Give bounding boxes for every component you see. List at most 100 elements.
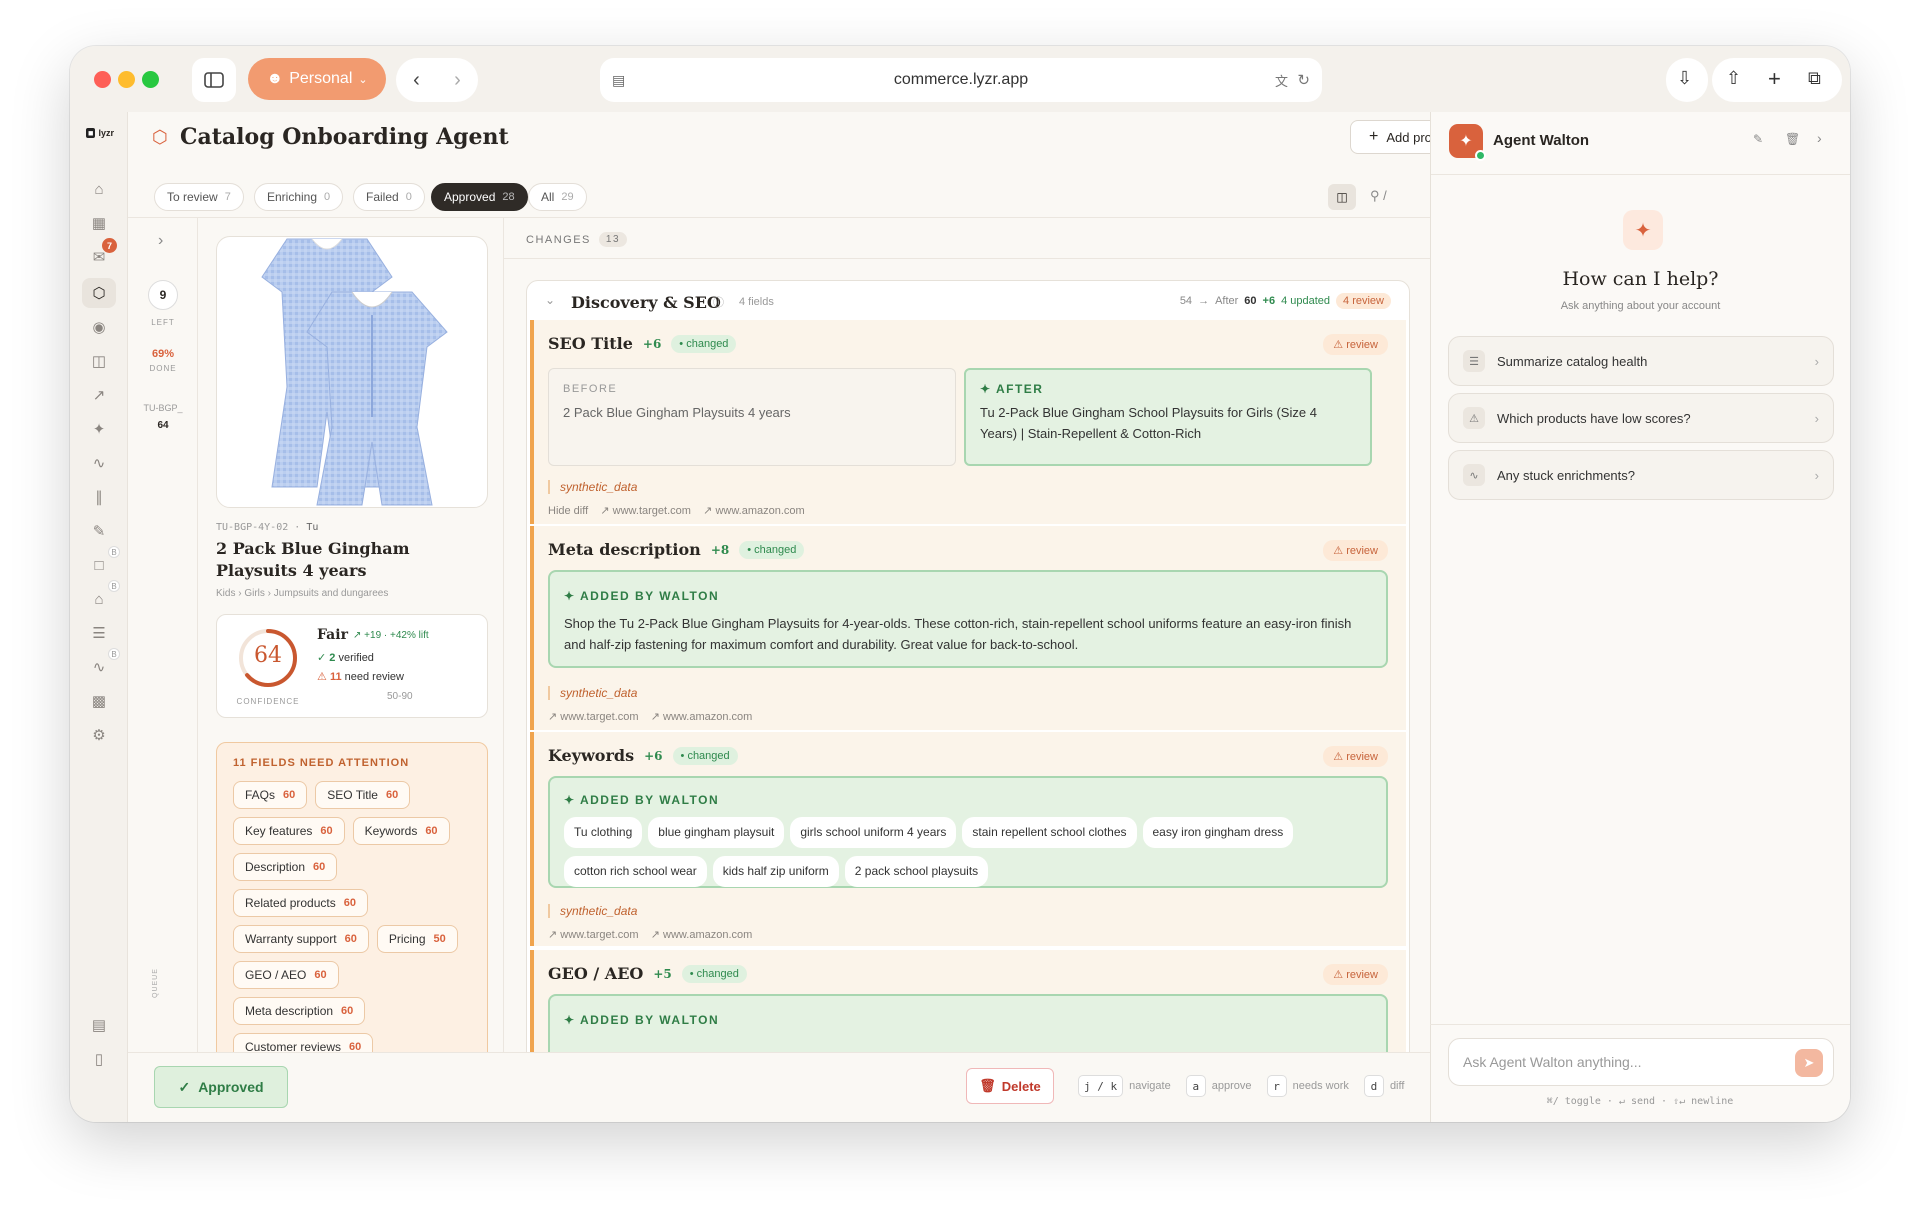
new-chat-icon[interactable]: ✎ [1753,132,1763,146]
attention-tag[interactable]: Warranty support 60 [233,925,369,953]
info-icon[interactable]: ⓘ [713,294,724,310]
approved-button[interactable]: ✓ Approved [154,1066,288,1108]
settings-icon[interactable]: ⚙ [82,720,116,750]
field-meta-description: Meta description +8 • changed ⚠ review ✦ A… [530,526,1406,730]
split-view-icon[interactable]: ◫ [1328,184,1356,210]
pulse-icon[interactable]: ∿ B [82,648,120,682]
building-icon[interactable]: ▯ [82,1044,116,1074]
trend-icon[interactable]: ↗ [82,380,116,410]
trash-icon[interactable]: 🗑 [1785,132,1800,146]
suggestion-low-scores[interactable]: ⚠ Which products have low scores? › [1448,393,1834,443]
suggestion-stuck[interactable]: ∿ Any stuck enrichments? › [1448,450,1834,500]
filter-approved[interactable]: Approved 28 [431,183,528,211]
source-link[interactable]: www.target.com [560,929,638,941]
field-title: Meta description +8 • changed [548,540,805,559]
suggestion-summarize[interactable]: ☰ Summarize catalog health › [1448,336,1834,386]
source-link[interactable]: www.target.com [560,711,638,723]
added-value: Shop the Tu 2-Pack Blue Gingham Playsuit… [564,616,1352,652]
address-bar[interactable]: ▤ commerce.lyzr.app 文 ↻ [600,58,1322,102]
search-button[interactable]: ⚲ / [1370,188,1387,204]
new-tab-icon[interactable]: + [1768,66,1781,92]
gift-icon[interactable]: □ B [82,546,120,580]
filter-all[interactable]: All 29 [528,183,587,211]
filter-to-review[interactable]: To review 7 [154,183,244,211]
source-link[interactable]: www.amazon.com [663,929,752,941]
store-icon[interactable]: ⌂ B [82,580,120,614]
activity-icon[interactable]: ∿ [82,448,116,478]
review-badge[interactable]: ⚠ review [1323,540,1388,561]
profile-button[interactable]: ☻ Personal ⌄ [248,58,386,100]
chevron-right-icon[interactable]: › [158,232,163,250]
apps-icon[interactable]: ▩ [82,686,116,716]
filter-failed[interactable]: Failed 0 [353,183,425,211]
source-link[interactable]: www.amazon.com [715,505,804,517]
keyword-list: Tu clothing blue gingham playsuit girls sc… [564,817,1372,895]
attention-tag[interactable]: Meta description 60 [233,997,366,1025]
attention-tag[interactable]: SEO Title 60 [315,781,411,809]
close-window-button[interactable] [94,71,111,88]
zoom-window-button[interactable] [142,71,159,88]
keyword-chip: kids half zip uniform [712,856,839,887]
bag-icon[interactable]: ◫ [82,346,116,376]
keyword-chip: Tu clothing [564,817,643,848]
attention-tag[interactable]: Keywords 60 [352,817,450,845]
agent-panel: ✦ Agent Walton ✎ 🗑 › ✦ How can I help? A… [1430,112,1850,1122]
share-icon[interactable]: ⇧ [1726,68,1741,89]
keyword-chip: cotton rich school wear [564,856,707,887]
collapse-panel-icon[interactable]: › [1817,130,1822,146]
attention-tag[interactable]: GEO / AEO 60 [233,961,339,989]
online-indicator [1475,150,1486,161]
external-link-icon: ↗ [703,505,713,517]
source-link[interactable]: www.amazon.com [663,711,752,723]
review-badge[interactable]: ⚠ review [1323,334,1388,355]
attention-tag[interactable]: FAQs 60 [233,781,308,809]
chevron-down-icon[interactable]: ⌄ [545,293,555,307]
delete-button[interactable]: 🗑 Delete [966,1068,1054,1104]
page-title: Catalog Onboarding Agent [180,124,509,150]
hide-diff-link[interactable]: Hide diff [548,505,588,517]
checklist-icon[interactable]: ☰ [82,618,116,648]
sidebar-toggle-icon[interactable] [192,58,236,102]
attention-tag[interactable]: Description 60 [233,853,338,881]
reload-icon[interactable]: ↻ [1297,71,1310,89]
eye-icon[interactable]: ◉ [82,312,116,342]
catalog-icon[interactable]: ⬡ [82,278,116,308]
section-header[interactable]: ⌄ Discovery & SEO ⓘ 4 fields 54 → After 60… [527,281,1409,325]
pen-icon[interactable]: ✎ [82,516,116,546]
attention-tag[interactable]: Key features 60 [233,817,345,845]
check-icon: ✓ [178,1078,191,1095]
minimize-window-button[interactable] [118,71,135,88]
verified-count: ✓ 2 verified [317,652,374,664]
inbox-badge: 7 [102,238,117,253]
sparkle-icon[interactable]: ✦ [82,414,116,444]
changed-badge: • changed [681,964,747,983]
back-icon[interactable]: ‹ [413,69,420,92]
pulse-icon: ∿ [1463,464,1485,486]
queue-item-sku[interactable]: TU-BGP_ [128,403,198,413]
attention-tag[interactable]: Customer reviews 60 [233,1033,374,1052]
home-icon[interactable]: ⌂ [82,174,116,204]
inbox-icon[interactable]: ✉ 7 [82,238,117,272]
grid-icon[interactable]: ▦ [82,208,116,238]
source-links: ↗ www.target.com ↗ www.amazon.com [548,928,752,941]
chevron-right-icon: › [1814,353,1819,369]
presentation-icon[interactable]: ▤ [82,1010,116,1040]
library-icon[interactable]: ∥ [82,482,116,512]
agent-input[interactable]: Ask Agent Walton anything... ➤ [1448,1038,1834,1086]
download-icon[interactable]: ⇩ [1666,58,1708,102]
tabs-overview-icon[interactable]: ⧉ [1808,68,1821,89]
source-links: Hide diff ↗ www.target.com ↗ www.amazon.… [548,504,805,517]
send-icon[interactable]: ➤ [1795,1049,1823,1077]
attention-tag[interactable]: Pricing 50 [376,925,458,953]
added-box: ✦ ADDED BY WALTON Shop the Tu 2-Pack Blu… [548,570,1388,668]
review-badge[interactable]: ⚠ review [1323,964,1388,985]
filter-enriching[interactable]: Enriching 0 [254,183,344,211]
source-link[interactable]: www.target.com [613,505,691,517]
attention-tag[interactable]: Related products 60 [233,889,368,917]
review-badge[interactable]: ⚠ review [1323,746,1388,767]
field-seo-title: SEO Title +6 • changed ⚠ review BEFORE 2 P… [530,320,1406,524]
forward-icon[interactable]: › [454,69,461,92]
translate-icon[interactable]: 文 [1275,71,1288,90]
agent-help-title: How can I help? [1562,268,1719,290]
list-icon: ☰ [1463,350,1485,372]
